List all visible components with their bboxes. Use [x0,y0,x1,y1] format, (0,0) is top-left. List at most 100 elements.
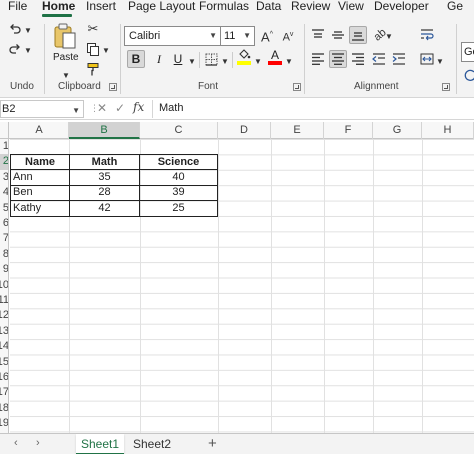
cut-button[interactable]: ✂ [84,20,102,38]
cell-b2[interactable]: Math [69,153,140,171]
table-cell[interactable]: 35 [69,169,140,186]
enter-icon[interactable]: ✓ [115,101,125,115]
row-header[interactable]: 15 [0,355,8,370]
sheet-tab-sheet1[interactable]: Sheet1 [76,434,124,454]
decrease-font-size-button[interactable]: Av [279,27,297,45]
orientation-dropdown-icon[interactable]: ▼ [385,30,393,44]
number-format-select[interactable]: Ge [461,42,474,62]
merge-center-button[interactable] [418,50,436,68]
bottom-align-button[interactable] [349,26,367,44]
undo-dropdown-icon[interactable]: ▼ [24,24,32,38]
table-cell[interactable]: Ann [10,169,70,186]
column-header-e[interactable]: E [271,122,324,139]
formula-input[interactable]: Math [152,100,474,118]
row-header[interactable]: 3 [0,170,8,185]
column-header-h[interactable]: H [422,122,474,139]
row-header[interactable]: 17 [0,385,8,400]
fill-color-dropdown-icon[interactable]: ▼ [254,55,262,69]
font-size-select[interactable]: 11 ▼ [221,26,255,46]
increase-indent-button[interactable] [390,50,408,68]
cancel-icon[interactable]: ✕ [97,101,107,115]
borders-dropdown-icon[interactable]: ▼ [221,55,229,69]
column-header-f[interactable]: F [324,122,373,139]
select-all-corner[interactable] [0,122,9,139]
font-color-button[interactable]: A [266,48,284,66]
format-painter-button[interactable] [84,60,102,78]
row-header[interactable]: 16 [0,370,8,385]
underline-button[interactable]: U [169,50,187,68]
row-header[interactable]: 8 [0,247,8,262]
tab-review[interactable]: Review [291,0,330,18]
row-header[interactable]: 13 [0,324,8,339]
undo-button[interactable] [6,20,24,38]
cell-grid[interactable]: Name Math Science Ann 35 40 Ben 28 39 Ka… [10,139,474,433]
clipboard-launcher-icon[interactable] [109,83,117,91]
table-cell[interactable]: 40 [139,169,218,186]
row-header[interactable]: 12 [0,308,8,323]
fill-color-button[interactable] [235,48,253,66]
row-header[interactable]: 10 [0,278,8,293]
redo-button[interactable] [6,40,24,58]
align-right-button[interactable] [349,50,367,68]
tab-page-layout[interactable]: Page Layout [128,0,195,18]
table-cell[interactable]: 28 [69,184,140,202]
font-name-select[interactable]: Calibri ▼ [124,26,221,46]
middle-align-button[interactable] [329,26,347,44]
copy-button[interactable] [84,40,102,58]
align-center-button[interactable] [329,50,347,68]
insert-function-button[interactable]: fx [133,100,144,114]
column-header-d[interactable]: D [218,122,271,139]
column-header-c[interactable]: C [140,122,218,139]
row-header[interactable]: 1 [0,139,8,154]
row-header[interactable]: 18 [0,401,8,416]
currency-button[interactable] [461,66,474,84]
row-header[interactable]: 19 [0,416,8,431]
tab-formulas[interactable]: Formulas [199,0,249,18]
row-header[interactable]: 6 [0,216,8,231]
tab-view[interactable]: View [338,0,364,18]
row-header[interactable]: 9 [0,262,8,277]
wrap-text-button[interactable] [418,26,436,44]
redo-dropdown-icon[interactable]: ▼ [24,44,32,58]
bold-button[interactable]: B [127,50,145,68]
tab-more[interactable]: Ge [447,0,463,18]
add-sheet-button[interactable]: + [208,435,217,452]
font-color-dropdown-icon[interactable]: ▼ [285,55,293,69]
borders-button[interactable] [202,50,220,68]
row-header[interactable]: 14 [0,339,8,354]
table-cell[interactable]: 39 [139,184,218,202]
font-launcher-icon[interactable] [293,83,301,91]
name-box[interactable]: B2 ▼ [0,100,84,118]
alignment-launcher-icon[interactable] [442,83,450,91]
column-header-g[interactable]: G [373,122,422,139]
tab-data[interactable]: Data [256,0,281,18]
column-header-b[interactable]: B [69,122,140,139]
tab-developer[interactable]: Developer [374,0,429,18]
row-header[interactable]: 7 [0,231,8,246]
chevron-right-icon[interactable]: › [36,437,40,449]
italic-button[interactable]: I [150,50,168,68]
table-cell[interactable]: 25 [139,200,218,217]
row-header[interactable]: 11 [0,293,8,308]
row-header[interactable]: 4 [0,185,8,200]
increase-font-size-button[interactable]: A^ [258,27,276,45]
cell-c2[interactable]: Science [139,153,218,171]
tab-insert[interactable]: Insert [86,0,116,18]
row-header[interactable]: 5 [0,201,8,216]
decrease-indent-button[interactable] [370,50,388,68]
table-cell[interactable]: Kathy [10,200,70,217]
column-header-a[interactable]: A [10,122,69,139]
sheet-tab-sheet2[interactable]: Sheet2 [128,434,176,454]
tab-file[interactable]: File [8,0,27,18]
copy-dropdown-icon[interactable]: ▼ [102,44,110,58]
top-align-button[interactable] [309,26,327,44]
align-left-button[interactable] [309,50,327,68]
table-cell[interactable]: Ben [10,184,70,202]
row-header[interactable]: 2 [0,154,8,170]
merge-dropdown-icon[interactable]: ▼ [436,55,444,69]
cell-a2[interactable]: Name [10,153,70,171]
underline-dropdown-icon[interactable]: ▼ [188,55,196,69]
paste-button[interactable]: Paste [52,22,80,66]
table-cell[interactable]: 42 [69,200,140,217]
chevron-left-icon[interactable]: ‹ [14,437,18,449]
